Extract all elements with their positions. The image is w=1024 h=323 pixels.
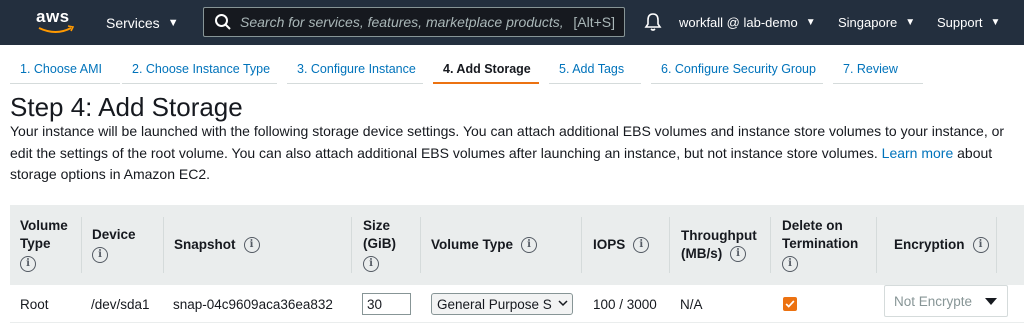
header-device: Device i [82, 205, 164, 285]
header-label: Delete on [782, 218, 843, 233]
header-label: Termination [782, 236, 859, 251]
chevron-down-icon [558, 300, 568, 307]
search-icon [215, 14, 231, 30]
caret-down-icon: ▼ [167, 16, 179, 29]
aws-logo-text: aws [36, 7, 70, 26]
account-label: workfall @ lab-demo [679, 15, 798, 30]
header-label: Volume [20, 218, 68, 233]
info-icon[interactable]: i [20, 256, 36, 273]
info-icon[interactable]: i [972, 237, 989, 253]
region-label: Singapore [838, 15, 898, 30]
cell-size [362, 285, 411, 323]
learn-more-link[interactable]: Learn more [882, 145, 954, 161]
tab-add-storage[interactable]: 4. Add Storage [433, 53, 539, 84]
support-menu[interactable]: Support ▼ [937, 0, 1000, 45]
header-volume-type-col: Volume Type i [421, 205, 582, 285]
cell-snapshot: snap-04c9609aca36ea832 [173, 296, 333, 312]
volume-type-select[interactable]: General Purpose S [431, 293, 573, 315]
info-icon[interactable]: i [730, 246, 747, 263]
tab-choose-ami[interactable]: 1. Choose AMI [10, 53, 120, 84]
tab-review[interactable]: 7. Review [833, 53, 923, 84]
cell-device: /dev/sda1 [91, 296, 150, 312]
caret-down-icon [985, 298, 997, 305]
top-navigation-bar: aws Services ▼ [Alt+S] workfall @ lab-de… [0, 0, 1024, 45]
header-label: Encryption [894, 237, 965, 252]
tab-add-tags[interactable]: 5. Add Tags [549, 53, 641, 84]
header-label: (MB/s) [681, 246, 723, 261]
info-icon[interactable]: i [243, 237, 260, 253]
account-menu[interactable]: workfall @ lab-demo ▼ [679, 0, 816, 45]
header-iops: IOPS i [582, 205, 670, 285]
search-shortcut: [Alt+S] [573, 14, 615, 30]
info-icon[interactable]: i [363, 256, 379, 273]
search-box[interactable]: [Alt+S] [203, 7, 625, 37]
cell-iops: 100 / 3000 [593, 296, 657, 312]
table-row: Root /dev/sda1 snap-04c9609aca36ea832 Ge… [10, 285, 1024, 323]
cell-volume-type: Root [20, 296, 49, 312]
info-icon[interactable]: i [633, 237, 650, 253]
services-label: Services [106, 14, 160, 31]
tab-configure-security-group[interactable]: 6. Configure Security Group [651, 53, 823, 84]
header-label: Volume Type [431, 237, 514, 252]
cell-throughput: N/A [680, 296, 703, 312]
tab-configure-instance[interactable]: 3. Configure Instance [287, 53, 423, 84]
search-input[interactable] [240, 14, 574, 30]
page-description: Your instance will be launched with the … [10, 121, 1020, 186]
cell-delete-on-termination [783, 285, 797, 323]
info-icon[interactable]: i [521, 237, 538, 253]
info-icon[interactable]: i [782, 256, 798, 273]
caret-down-icon: ▼ [905, 17, 916, 28]
header-delete-on-termination: Delete on Termination i [771, 205, 877, 285]
region-menu[interactable]: Singapore ▼ [838, 0, 915, 45]
size-input[interactable] [362, 293, 411, 315]
caret-down-icon: ▼ [805, 17, 816, 28]
header-encryption: Encryption i [877, 205, 997, 285]
volume-type-value: General Purpose S [437, 296, 552, 312]
header-size: Size (GiB) i [352, 205, 421, 285]
checkmark-icon [785, 300, 795, 308]
header-label: Throughput [681, 228, 757, 243]
caret-down-icon: ▼ [990, 17, 1001, 28]
aws-smile-icon [38, 25, 74, 33]
services-menu[interactable]: Services ▼ [106, 0, 179, 45]
header-snapshot: Snapshot i [164, 205, 352, 285]
wizard-tabs: 1. Choose AMI 2. Choose Instance Type 3.… [0, 45, 1024, 85]
page-title: Step 4: Add Storage [10, 92, 243, 122]
cell-volume-type-select: General Purpose S [431, 285, 573, 323]
bell-icon[interactable] [643, 12, 663, 32]
header-throughput: Throughput (MB/s) i [670, 205, 771, 285]
description-text: Your instance will be launched with the … [10, 123, 1005, 161]
header-label: IOPS [593, 237, 626, 252]
header-volume-type: Volume Type i [10, 205, 82, 285]
header-label: Size [363, 218, 391, 233]
encryption-select[interactable]: Not Encrypte [884, 285, 1008, 317]
encryption-value: Not Encrypte [894, 293, 973, 309]
info-icon[interactable]: i [92, 247, 108, 264]
header-label: Type [20, 236, 51, 251]
header-label: Device [92, 227, 136, 242]
column-divider [996, 217, 997, 273]
support-label: Support [937, 15, 983, 30]
delete-on-termination-checkbox[interactable] [783, 297, 797, 311]
header-label: Snapshot [174, 237, 236, 252]
storage-table: Volume Type i Device i Snapshot i Size (… [10, 205, 1024, 323]
aws-logo[interactable]: aws [34, 7, 76, 37]
cell-encryption: Not Encrypte [884, 282, 1008, 320]
table-header: Volume Type i Device i Snapshot i Size (… [10, 205, 1024, 285]
tab-choose-instance-type[interactable]: 2. Choose Instance Type [122, 53, 277, 84]
header-label: (GiB) [363, 236, 396, 251]
